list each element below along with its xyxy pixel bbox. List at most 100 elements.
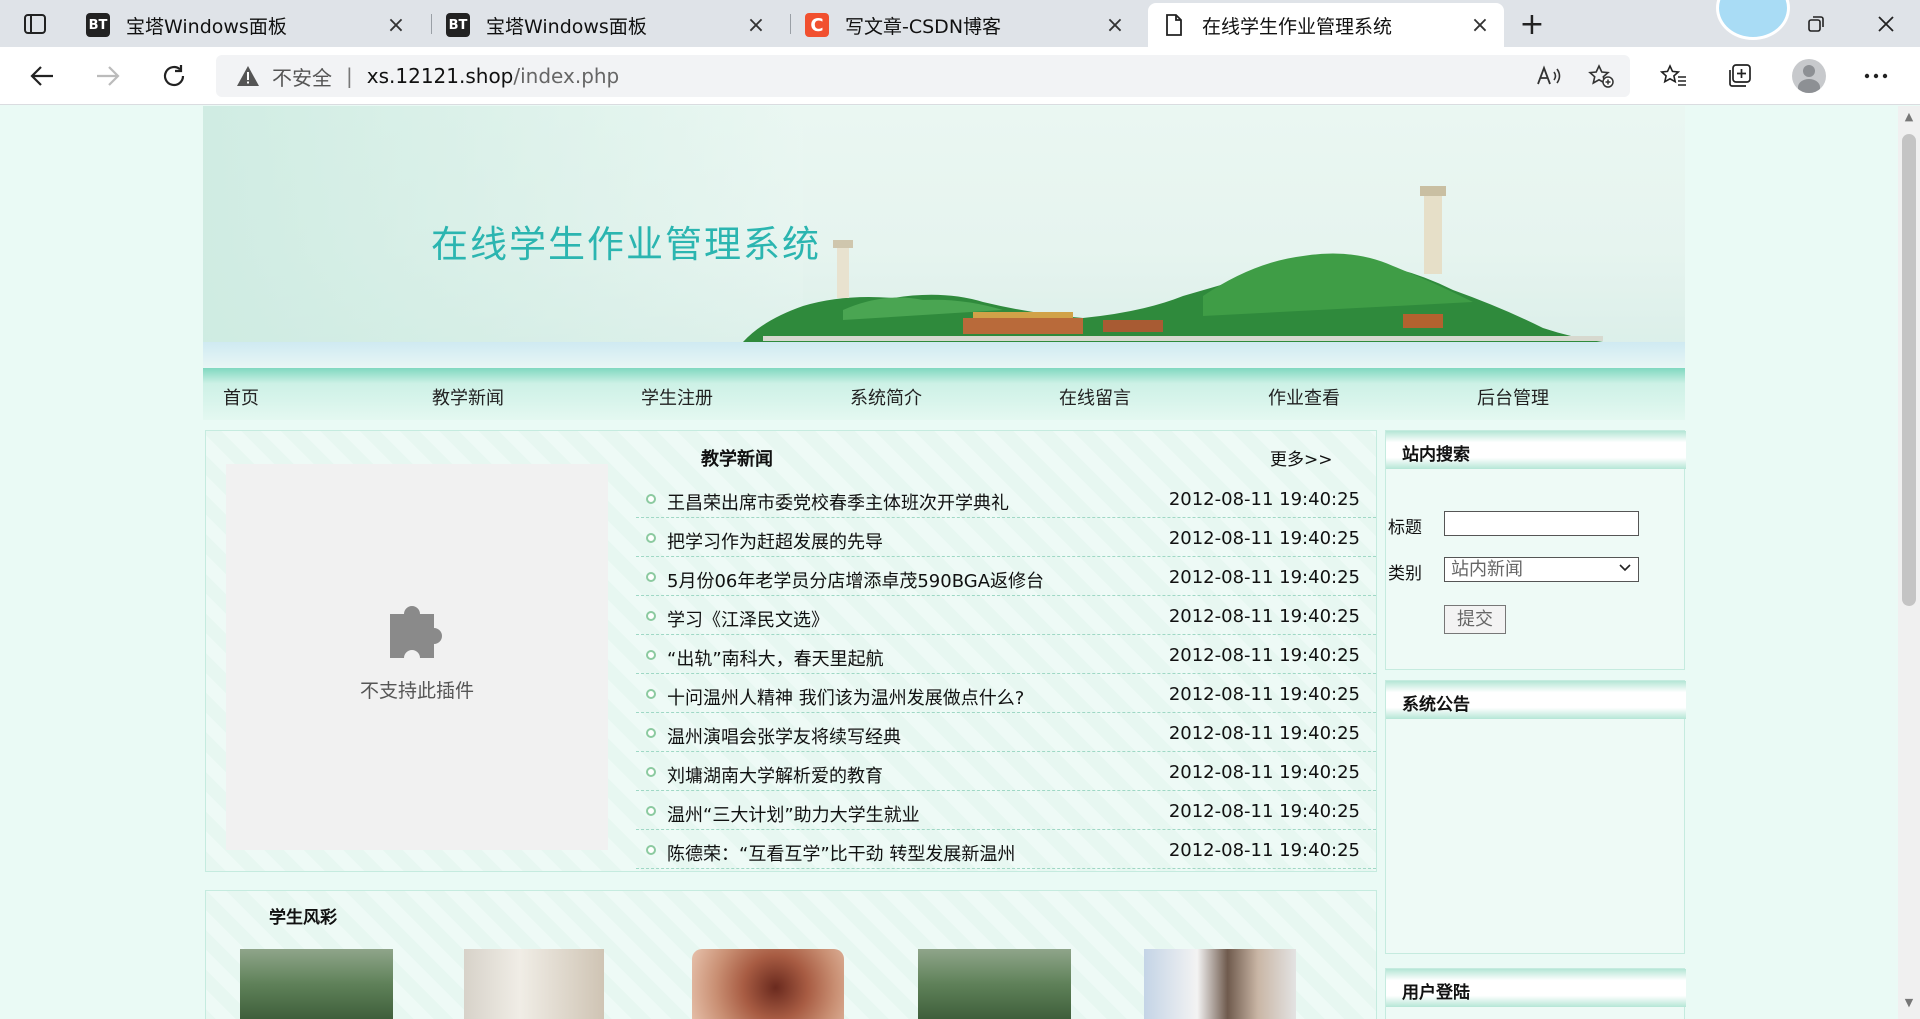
student-photo[interactable]: [240, 949, 393, 1019]
search-title-input[interactable]: [1444, 511, 1639, 536]
login-panel-header: 用户登陆: [1386, 969, 1686, 1007]
close-icon[interactable]: ×: [1105, 13, 1125, 38]
scrollbar-thumb[interactable]: [1902, 134, 1916, 606]
nav-home[interactable]: 首页: [223, 384, 259, 410]
puzzle-icon: [390, 606, 442, 658]
news-item-title[interactable]: 把学习作为赶超发展的先导: [667, 528, 883, 554]
nav-admin[interactable]: 后台管理: [1477, 384, 1549, 410]
nav-system-intro[interactable]: 系统简介: [850, 384, 922, 410]
news-item-title[interactable]: 5月份06年老学员分店增添卓茂590BGA返修台: [667, 567, 1044, 593]
refresh-icon[interactable]: [156, 59, 192, 93]
address-bar[interactable]: 不安全 | xs.12121.shop /index.php: [216, 55, 1630, 97]
news-item: 温州演唱会张学友将续写经典 2012-08-11 19:40:25: [636, 713, 1376, 752]
bt-icon: BT: [86, 13, 110, 37]
more-options-icon[interactable]: [1858, 59, 1894, 93]
security-status[interactable]: 不安全: [272, 62, 332, 91]
student-photo[interactable]: [464, 949, 604, 1019]
news-item-title[interactable]: 王昌荣出席市委党校春季主体班次开学典礼: [667, 489, 1009, 515]
news-item-title[interactable]: 陈德荣：“互看互学”比干劲 转型发展新温州: [667, 840, 1015, 866]
url-host[interactable]: xs.12121.shop: [367, 64, 514, 88]
page-container: 在线学生作业管理系统 首页 教学新闻 学生注册 系统简介 在线留言 作业查看 后…: [203, 106, 1686, 1019]
tab-title: 宝塔Windows面板: [126, 15, 287, 38]
bullet-icon: [646, 728, 656, 738]
favorites-icon[interactable]: [1656, 59, 1692, 93]
tab-actions-icon[interactable]: [18, 10, 52, 38]
news-item-title[interactable]: 十问温州人精神 我们该为温州发展做点什么?: [667, 684, 1024, 710]
news-item-date: 2012-08-11 19:40:25: [1168, 840, 1360, 861]
close-icon[interactable]: ×: [1470, 13, 1490, 38]
news-item-title[interactable]: “出轨”南科大，春天里起航: [667, 645, 884, 671]
news-item: 5月份06年老学员分店增添卓茂590BGA返修台 2012-08-11 19:40…: [636, 557, 1376, 596]
search-category-value: 站内新闻: [1451, 559, 1523, 580]
student-photo[interactable]: [1144, 949, 1296, 1019]
student-showcase-heading: 学生风彩: [269, 908, 337, 928]
news-item-date: 2012-08-11 19:40:25: [1168, 762, 1360, 783]
csdn-icon: C: [805, 13, 829, 37]
close-icon[interactable]: ×: [746, 13, 766, 38]
news-heading: 教学新闻: [701, 449, 773, 470]
news-item-title[interactable]: 刘墉湖南大学解析爱的教育: [667, 762, 883, 788]
new-tab-button[interactable]: +: [1516, 7, 1548, 42]
tab-homework-system[interactable]: 在线学生作业管理系统 ×: [1148, 3, 1504, 47]
chevron-down-icon: [1619, 564, 1631, 572]
nav-homework-view[interactable]: 作业查看: [1268, 384, 1340, 410]
nav-student-register[interactable]: 学生注册: [641, 384, 713, 410]
close-window-icon[interactable]: [1866, 8, 1906, 40]
collections-icon[interactable]: [1722, 59, 1758, 93]
forward-icon[interactable]: [90, 59, 126, 93]
tab-strip: BT 宝塔Windows面板 × BT 宝塔Windows面板 × C 写文章-…: [0, 0, 1920, 47]
bullet-icon: [646, 689, 656, 699]
search-panel: 站内搜索 标题 类别 站内新闻 提交: [1385, 430, 1686, 670]
news-panel: 不支持此插件 教学新闻 更多>> 王昌荣出席市委党校春季主体班次开学典礼 2012…: [205, 430, 1377, 872]
bullet-icon: [646, 572, 656, 582]
banner-island-illustration: [203, 186, 1685, 368]
notice-panel: 系统公告: [1385, 680, 1686, 954]
notice-panel-header: 系统公告: [1386, 681, 1686, 719]
tab-title: 宝塔Windows面板: [486, 15, 647, 38]
tab-bt-panel-1[interactable]: BT 宝塔Windows面板 ×: [72, 3, 420, 47]
notice-panel-title: 系统公告: [1402, 695, 1470, 715]
tab-bt-panel-2[interactable]: BT 宝塔Windows面板 ×: [432, 3, 780, 47]
news-item: “出轨”南科大，春天里起航 2012-08-11 19:40:25: [636, 635, 1376, 674]
search-title-label: 标题: [1388, 518, 1422, 538]
news-item-date: 2012-08-11 19:40:25: [1168, 489, 1360, 510]
restore-window-icon[interactable]: [1796, 8, 1836, 40]
news-more-link[interactable]: 更多>>: [1270, 445, 1333, 470]
tab-title: 在线学生作业管理系统: [1202, 15, 1393, 38]
scroll-down-icon[interactable]: ▼: [1901, 996, 1917, 1012]
search-panel-header: 站内搜索: [1386, 431, 1686, 469]
nav-guestbook[interactable]: 在线留言: [1059, 384, 1131, 410]
news-item-date: 2012-08-11 19:40:25: [1168, 801, 1360, 822]
student-photo[interactable]: [692, 949, 844, 1019]
back-icon[interactable]: [24, 59, 60, 93]
favorite-add-icon[interactable]: [1586, 61, 1616, 91]
address-toolbar: 不安全 | xs.12121.shop /index.php: [0, 47, 1920, 105]
news-item: 陈德荣：“互看互学”比干劲 转型发展新温州 2012-08-11 19:40:25: [636, 830, 1376, 869]
profile-avatar[interactable]: [1792, 59, 1826, 93]
search-panel-title: 站内搜索: [1402, 445, 1470, 465]
page-icon: [1162, 13, 1186, 37]
nav-teaching-news[interactable]: 教学新闻: [432, 384, 504, 410]
tab-csdn[interactable]: C 写文章-CSDN博客 ×: [791, 3, 1139, 47]
news-item-date: 2012-08-11 19:40:25: [1168, 723, 1360, 744]
news-item-title[interactable]: 学习《江泽民文选》: [667, 606, 829, 632]
url-path[interactable]: /index.php: [513, 64, 619, 88]
read-aloud-icon[interactable]: [1534, 61, 1564, 91]
login-panel-title: 用户登陆: [1402, 983, 1470, 1003]
news-item-title[interactable]: 温州“三大计划”助力大学生就业: [667, 801, 920, 827]
student-photo[interactable]: [918, 949, 1071, 1019]
search-submit-button[interactable]: 提交: [1444, 605, 1506, 634]
main-nav: 首页 教学新闻 学生注册 系统简介 在线留言 作业查看 后台管理: [203, 368, 1685, 420]
news-item-date: 2012-08-11 19:40:25: [1168, 606, 1360, 627]
news-item: 十问温州人精神 我们该为温州发展做点什么? 2012-08-11 19:40:25: [636, 674, 1376, 713]
bullet-icon: [646, 650, 656, 660]
news-item-title[interactable]: 温州演唱会张学友将续写经典: [667, 723, 901, 749]
warning-icon[interactable]: [236, 64, 260, 88]
close-icon[interactable]: ×: [386, 13, 406, 38]
search-category-select[interactable]: 站内新闻: [1444, 557, 1639, 582]
page-scrollbar[interactable]: ▲ ▼: [1898, 106, 1920, 1019]
address-separator: |: [346, 64, 353, 88]
site-banner: 在线学生作业管理系统: [203, 106, 1685, 368]
scroll-up-icon[interactable]: ▲: [1901, 110, 1917, 126]
news-item: 温州“三大计划”助力大学生就业 2012-08-11 19:40:25: [636, 791, 1376, 830]
